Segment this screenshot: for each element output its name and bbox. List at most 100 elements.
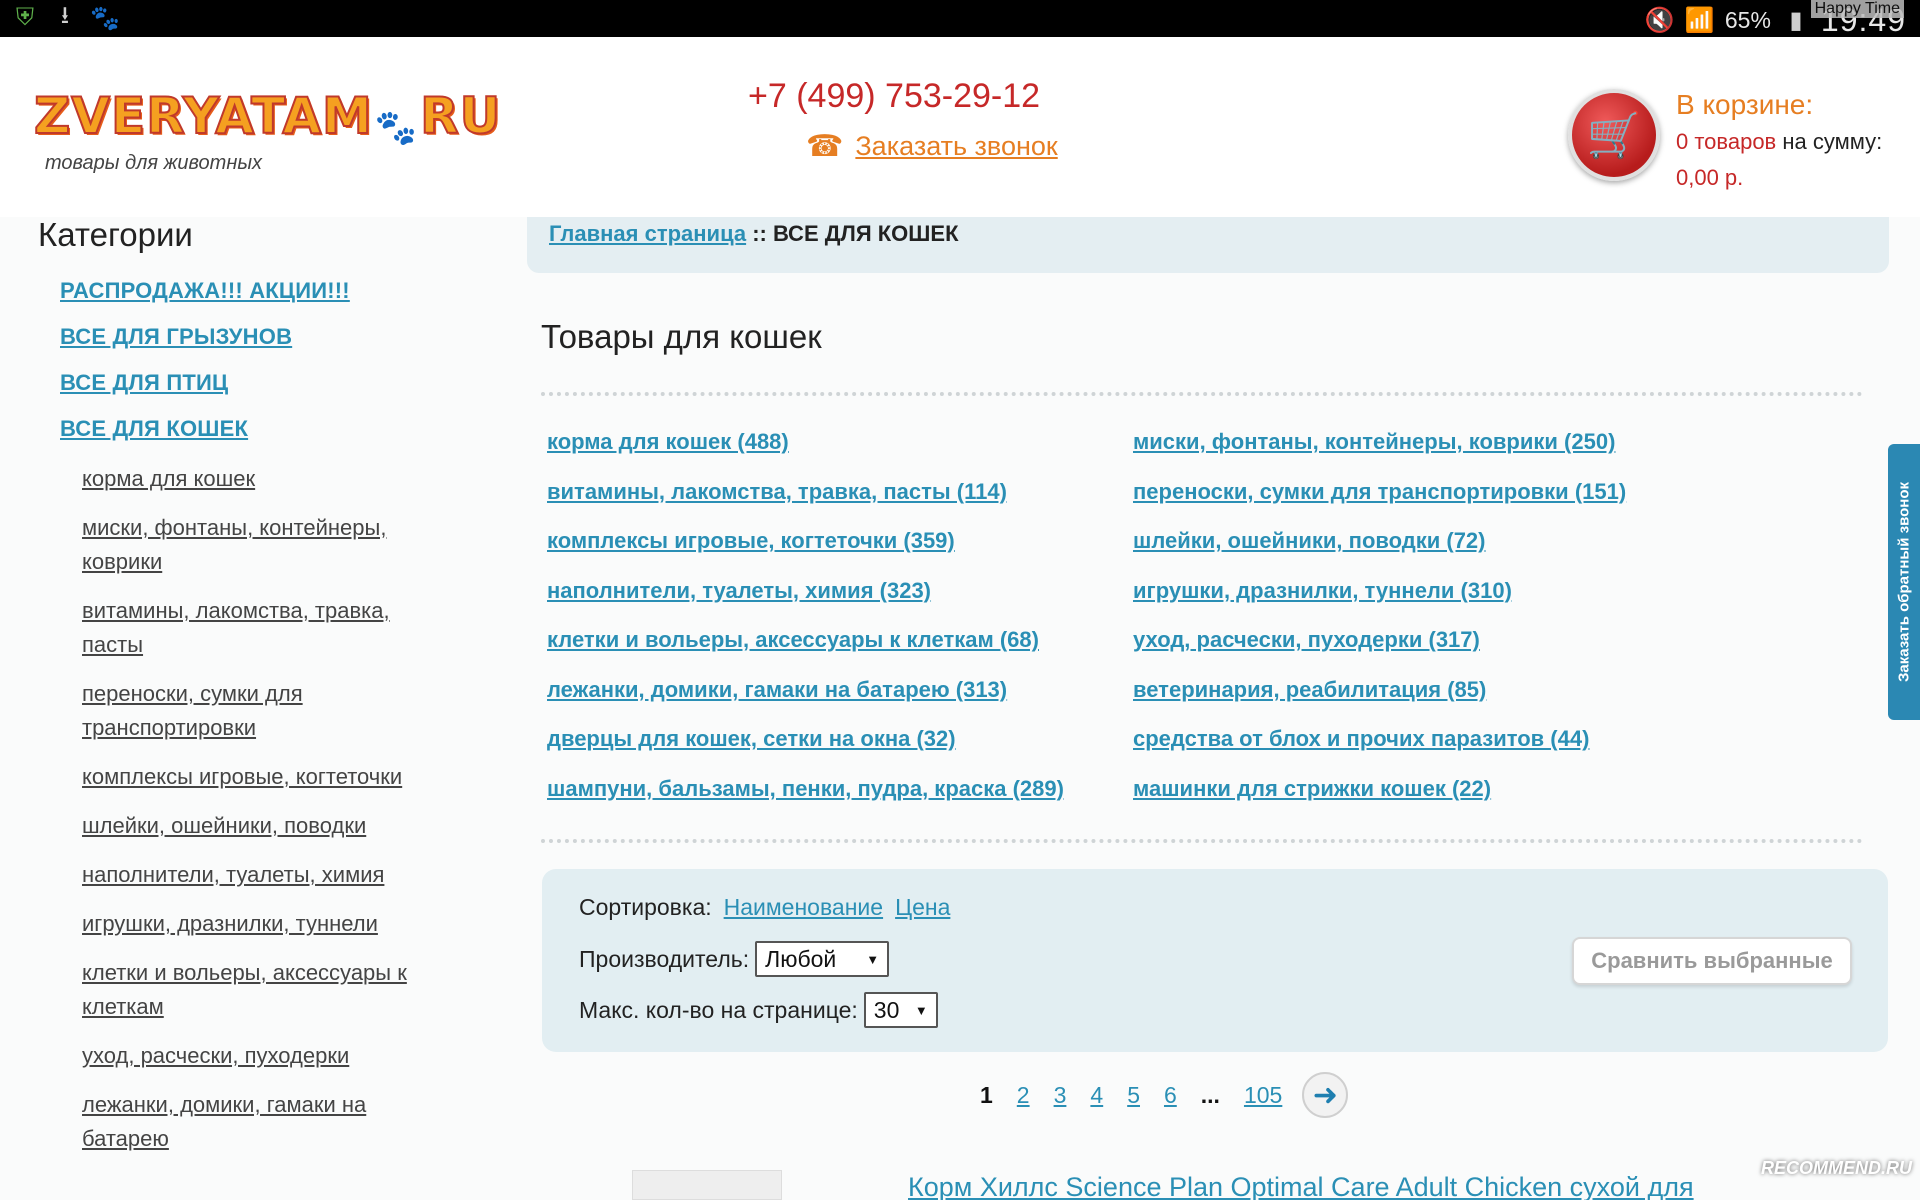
battery-icon: ▮ (1789, 7, 1803, 34)
shield-icon: ⛨ (16, 4, 34, 31)
download-icon: ⭳ (60, 1, 70, 29)
phone-number: +7 (499) 753-29-12 (748, 77, 1041, 115)
sidebar-subitem[interactable]: лежанки, домики, гамаки на батарею (82, 1088, 442, 1156)
arrow-right-icon: ➜ (1312, 1078, 1338, 1112)
callback-side-tab[interactable]: Заказать обратный звонок (1888, 444, 1920, 720)
product-title-link[interactable]: Корм Хиллс Science Plan Optimal Care Adu… (908, 1172, 1694, 1200)
breadcrumb-home-link[interactable]: Главная страница (549, 221, 746, 246)
page-link[interactable]: 2 (1017, 1082, 1030, 1109)
subcategory-link[interactable]: уход, расчески, пуходерки (317) (1133, 626, 1733, 654)
cart-sum: 0,00 р. (1676, 165, 1744, 190)
subcategory-link[interactable]: шлейки, ошейники, поводки (72) (1133, 527, 1733, 555)
sidebar-subitem[interactable]: уход, расчески, пуходерки (82, 1039, 442, 1073)
cart-sum-label: на сумму: (1782, 129, 1883, 154)
sidebar-subitem[interactable]: витамины, лакомства, травка, пасты (82, 594, 442, 662)
logo-text: ZVERYATAM (33, 86, 373, 146)
subcategory-link[interactable]: игрушки, дразнилки, туннели (310) (1133, 577, 1733, 605)
page-link-last[interactable]: 105 (1244, 1082, 1282, 1109)
manufacturer-label: Производитель: (579, 945, 750, 972)
divider-top (541, 392, 1863, 396)
page-link[interactable]: 4 (1090, 1082, 1103, 1109)
subcategory-link[interactable]: шампуни, бальзамы, пенки, пудра, краска … (547, 775, 1133, 803)
subcategory-link[interactable]: ветеринария, реабилитация (85) (1133, 676, 1733, 704)
next-page-button[interactable]: ➜ (1302, 1072, 1349, 1118)
sidebar-subitem[interactable]: корма для кошек (82, 462, 442, 496)
cart-title: В корзине: (1676, 89, 1814, 120)
cart-items-link[interactable]: 0 товаров (1676, 129, 1776, 154)
subcategory-link[interactable]: наполнители, туалеты, химия (323) (547, 577, 1133, 605)
sidebar-subitem[interactable]: миски, фонтаны, контейнеры, коврики (82, 511, 442, 579)
category-sidebar: Категории РАСПРОДАЖА!!! АКЦИИ!!! ВСЕ ДЛЯ… (38, 216, 458, 1171)
sort-label: Сортировка: (579, 894, 712, 920)
breadcrumb-panel: Главная страница :: ВСЕ ДЛЯ КОШЕК (527, 217, 1889, 273)
page-ellipsis: ... (1200, 1081, 1220, 1108)
cart-summary: 0 товаров на сумму: (1676, 129, 1882, 155)
subcategory-link[interactable]: корма для кошек (488) (547, 428, 1133, 456)
subcategory-link[interactable]: средства от блох и прочих паразитов (44) (1133, 725, 1733, 753)
sidebar-subitem[interactable]: игрушки, дразнилки, туннели (82, 907, 442, 941)
sort-by-name-link[interactable]: Наименование (724, 894, 883, 921)
filter-panel: Сортировка: Наименование Цена Производит… (542, 869, 1888, 1052)
sidebar-subitem[interactable]: наполнители, туалеты, химия (82, 858, 442, 892)
sidebar-item-birds[interactable]: ВСЕ ДЛЯ ПТИЦ (60, 370, 458, 396)
compare-selected-button[interactable]: Сравнить выбранные (1572, 937, 1852, 985)
mute-icon: 🔇 (1644, 7, 1675, 34)
sidebar-item-sale[interactable]: РАСПРОДАЖА!!! АКЦИИ!!! (60, 278, 458, 304)
dropdown-arrow-icon: ▼ (866, 951, 880, 967)
pagination: 1 2 3 4 5 6 ... 105 ➜ (980, 1072, 1349, 1118)
sidebar-item-rodents[interactable]: ВСЕ ДЛЯ ГРЫЗУНОВ (60, 324, 458, 350)
divider-bottom (541, 839, 1863, 843)
subcategory-link[interactable]: клетки и вольеры, аксессуары к клеткам (… (547, 626, 1133, 654)
paw-icon: 🐾 (374, 108, 419, 148)
sidebar-subitem[interactable]: клетки и вольеры, аксессуары к клеткам (82, 956, 442, 1024)
tagline: товары для животных (45, 152, 263, 174)
cart-icon[interactable]: 🛒 (1568, 89, 1660, 181)
subcategory-link[interactable]: дверцы для кошек, сетки на окна (32) (547, 725, 1133, 753)
site-logo[interactable]: ZVERYATAM🐾RU (33, 86, 502, 148)
phone-icon: ☎ (806, 130, 844, 163)
page-link[interactable]: 5 (1127, 1082, 1140, 1109)
per-page-select-value: 30 (873, 996, 900, 1023)
cat-app-icon: 🐾 (90, 4, 120, 32)
page-link[interactable]: 3 (1054, 1082, 1067, 1109)
per-page-select[interactable]: 30 ▼ (863, 992, 938, 1028)
sort-by-price-link[interactable]: Цена (895, 894, 950, 921)
page-link[interactable]: 6 (1164, 1082, 1177, 1109)
subcategory-link[interactable]: машинки для стрижки кошек (22) (1133, 775, 1733, 803)
status-right: 🔇 📶 65% ▮ 19:49 Happy Time (1644, 0, 1906, 39)
dropdown-arrow-icon: ▼ (914, 1002, 928, 1018)
status-bar: ⛨ ⭳ 🐾 🔇 📶 65% ▮ 19:49 Happy Time (0, 0, 1920, 39)
sort-row: Сортировка: Наименование Цена (579, 894, 950, 921)
subcategory-link[interactable]: лежанки, домики, гамаки на батарею (313) (547, 676, 1133, 704)
watermark: RECOMMEND.RU (1761, 1158, 1912, 1178)
logo-domain: RU (419, 86, 502, 146)
page-current: 1 (980, 1081, 993, 1108)
manufacturer-select[interactable]: Любой ▼ (755, 941, 890, 977)
breadcrumb-separator: :: (746, 221, 773, 246)
per-page-label: Макс. кол-во на странице: (579, 996, 858, 1023)
callback-link[interactable]: Заказать звонок (855, 131, 1057, 162)
callback-side-tab-label: Заказать обратный звонок (1895, 481, 1913, 683)
product-thumbnail[interactable] (632, 1170, 782, 1200)
sidebar-subitem[interactable]: переноски, сумки для транспортировки (82, 677, 442, 745)
sidebar-title: Категории (38, 216, 193, 253)
subcategory-link[interactable]: комплексы игровые, когтеточки (359) (547, 527, 1133, 555)
subcategory-grid: корма для кошек (488) миски, фонтаны, ко… (547, 428, 1747, 802)
battery-percent: 65% (1724, 7, 1771, 33)
manufacturer-select-value: Любой (765, 945, 837, 972)
subcategory-link[interactable]: переноски, сумки для транспортировки (15… (1133, 478, 1733, 506)
site-header: ZVERYATAM🐾RU товары для животных +7 (499… (0, 37, 1920, 217)
manufacturer-row: Производитель: Любой ▼ (579, 941, 890, 977)
breadcrumb: Главная страница :: ВСЕ ДЛЯ КОШЕК (549, 221, 959, 247)
subcategory-link[interactable]: витамины, лакомства, травка, пасты (114) (547, 478, 1133, 506)
page-title: Товары для кошек (541, 318, 822, 355)
per-page-row: Макс. кол-во на странице: 30 ▼ (579, 992, 938, 1028)
callback-link-group[interactable]: ☎ Заказать звонок (806, 129, 1058, 164)
sidebar-subitem[interactable]: комплексы игровые, когтеточки (82, 760, 442, 794)
sidebar-item-cats[interactable]: ВСЕ ДЛЯ КОШЕК (60, 416, 458, 442)
wifi-icon: 📶 (1684, 7, 1715, 34)
status-left-icons: ⛨ ⭳ 🐾 (10, 1, 120, 33)
subcategory-link[interactable]: миски, фонтаны, контейнеры, коврики (250… (1133, 428, 1733, 456)
breadcrumb-current: ВСЕ ДЛЯ КОШЕК (773, 221, 959, 246)
sidebar-subitem[interactable]: шлейки, ошейники, поводки (82, 809, 442, 843)
